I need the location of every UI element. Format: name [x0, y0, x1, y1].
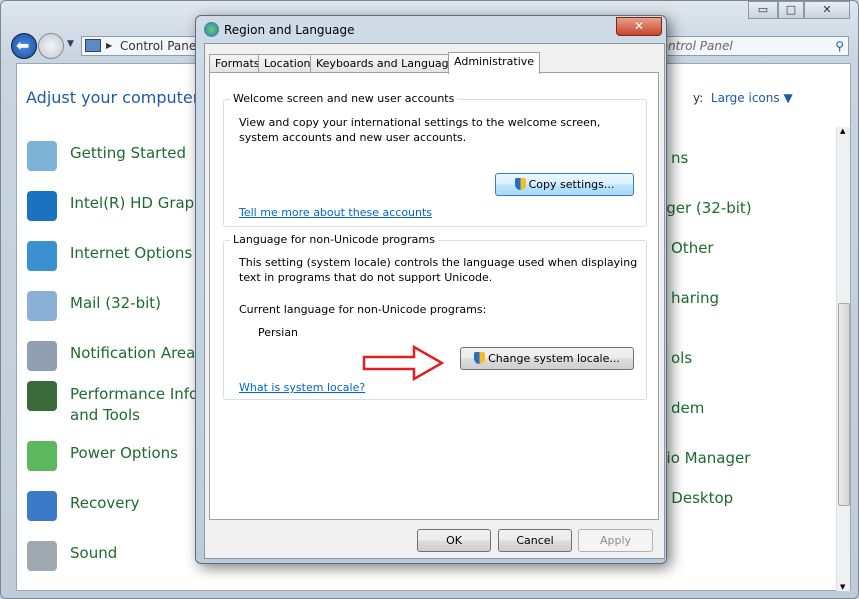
control-panel-item[interactable]: Getting Started: [70, 144, 186, 162]
view-by-label: y:: [693, 91, 704, 105]
item-label: Mail (32-bit): [70, 294, 162, 312]
close-button[interactable]: ✕: [804, 1, 850, 19]
cancel-button[interactable]: Cancel: [498, 529, 572, 552]
group-title: Welcome screen and new user accounts: [230, 92, 458, 105]
control-panel-item[interactable]: Recovery: [70, 494, 140, 512]
control-panel-item[interactable]: Notification Area I: [70, 344, 205, 362]
tab-administrative[interactable]: Administrative: [448, 52, 541, 74]
control-panel-item[interactable]: haring: [671, 289, 719, 307]
mail-icon: [27, 291, 57, 321]
control-panel-item[interactable]: dio Manager: [657, 449, 750, 467]
control-panel-item[interactable]: Internet Options: [70, 244, 192, 262]
control-panel-item[interactable]: ager (32-bit): [657, 199, 752, 217]
dialog-close-button[interactable]: ✕: [616, 17, 662, 36]
globe-icon: [204, 22, 219, 37]
intel-graphics-icon: [27, 191, 57, 221]
non-unicode-group: Language for non-Unicode programs This s…: [223, 233, 647, 400]
sound-icon: [27, 541, 57, 571]
change-system-locale-button[interactable]: Change system locale...: [460, 347, 634, 370]
scrollbar-thumb[interactable]: [838, 303, 850, 506]
welcome-screen-group: Welcome screen and new user accounts Vie…: [223, 92, 647, 227]
window-controls: ▭ □ ✕: [748, 1, 850, 19]
control-panel-item[interactable]: ols: [671, 349, 692, 367]
apply-button[interactable]: Apply: [578, 529, 653, 552]
item-label: Performance Infor: [70, 385, 205, 403]
search-placeholder-visible-part: ntrol Panel: [668, 39, 733, 53]
power-options-icon: [27, 441, 57, 471]
maximize-button[interactable]: □: [778, 1, 804, 19]
tab-location[interactable]: Location: [258, 54, 317, 73]
scrollbar[interactable]: ▲ ▼: [836, 127, 850, 591]
minimize-button[interactable]: ▭: [748, 1, 778, 19]
item-label: Internet Options: [70, 244, 193, 262]
control-panel-item[interactable]: dem: [671, 399, 704, 417]
dialog-title: Region and Language: [224, 23, 355, 37]
item-label: Notification Area I: [70, 344, 205, 362]
control-panel-item[interactable]: Power Options: [70, 444, 178, 462]
current-language-label: Current language for non-Unicode program…: [239, 303, 487, 316]
recent-pages-icon[interactable]: ▼: [67, 39, 74, 49]
red-arrow-annotation: [362, 345, 444, 381]
control-panel-item[interactable]: Sound: [70, 544, 117, 562]
notification-area-icon: [27, 341, 57, 371]
button-label: Change system locale...: [488, 352, 620, 365]
control-panel-item[interactable]: Mail (32-bit): [70, 294, 161, 312]
scroll-up-icon[interactable]: ▲: [840, 127, 845, 135]
search-icon[interactable]: ⚲: [835, 37, 844, 55]
control-panel-item[interactable]: Intel(R) HD Graphi: [70, 194, 208, 212]
control-panel-item[interactable]: Performance Infor and Tools: [70, 384, 204, 426]
region-and-language-dialog: Region and Language ✕ Formats Location K…: [195, 15, 667, 564]
button-label: Copy settings...: [528, 178, 615, 191]
administrative-panel: Welcome screen and new user accounts Vie…: [209, 72, 659, 520]
copy-settings-button[interactable]: Copy settings...: [495, 173, 634, 196]
control-panel-item[interactable]: d Desktop: [657, 489, 733, 507]
performance-icon: [27, 381, 57, 411]
item-label: and Tools: [70, 406, 140, 424]
getting-started-icon: [27, 141, 57, 171]
item-label: Getting Started: [70, 144, 186, 162]
system-locale-help-link[interactable]: What is system locale?: [239, 381, 365, 394]
uac-shield-icon: [514, 178, 526, 190]
current-language-value: Persian: [258, 326, 299, 339]
control-panel-item[interactable]: ns: [671, 149, 688, 167]
group-title: Language for non-Unicode programs: [230, 233, 438, 246]
breadcrumb-arrow-icon: ▶: [106, 41, 113, 50]
nonunicode-description: This setting (system locale) controls th…: [239, 256, 638, 284]
item-label: Power Options: [70, 444, 178, 462]
item-label: Recovery: [70, 494, 140, 512]
item-label: Intel(R) HD Graphi: [70, 194, 208, 212]
scroll-down-icon[interactable]: ▼: [840, 583, 845, 591]
forward-button[interactable]: [38, 33, 64, 59]
internet-options-icon: [27, 241, 57, 271]
breadcrumb[interactable]: Control Panel: [120, 39, 200, 53]
control-panel-item[interactable]: Other: [671, 239, 714, 257]
welcome-description: View and copy your international setting…: [239, 116, 601, 144]
view-by[interactable]: y: Large icons ▼: [693, 91, 793, 105]
view-by-dropdown[interactable]: Large icons ▼: [711, 91, 793, 105]
tab-keyboards-and-languages[interactable]: Keyboards and Languages: [310, 54, 468, 73]
accounts-help-link[interactable]: Tell me more about these accounts: [239, 206, 432, 219]
item-label: Sound: [70, 544, 118, 562]
control-panel-icon: [85, 39, 101, 52]
back-button[interactable]: ⬅: [16, 36, 29, 55]
recovery-icon: [27, 491, 57, 521]
uac-shield-icon: [474, 352, 486, 364]
ok-button[interactable]: OK: [417, 529, 491, 552]
